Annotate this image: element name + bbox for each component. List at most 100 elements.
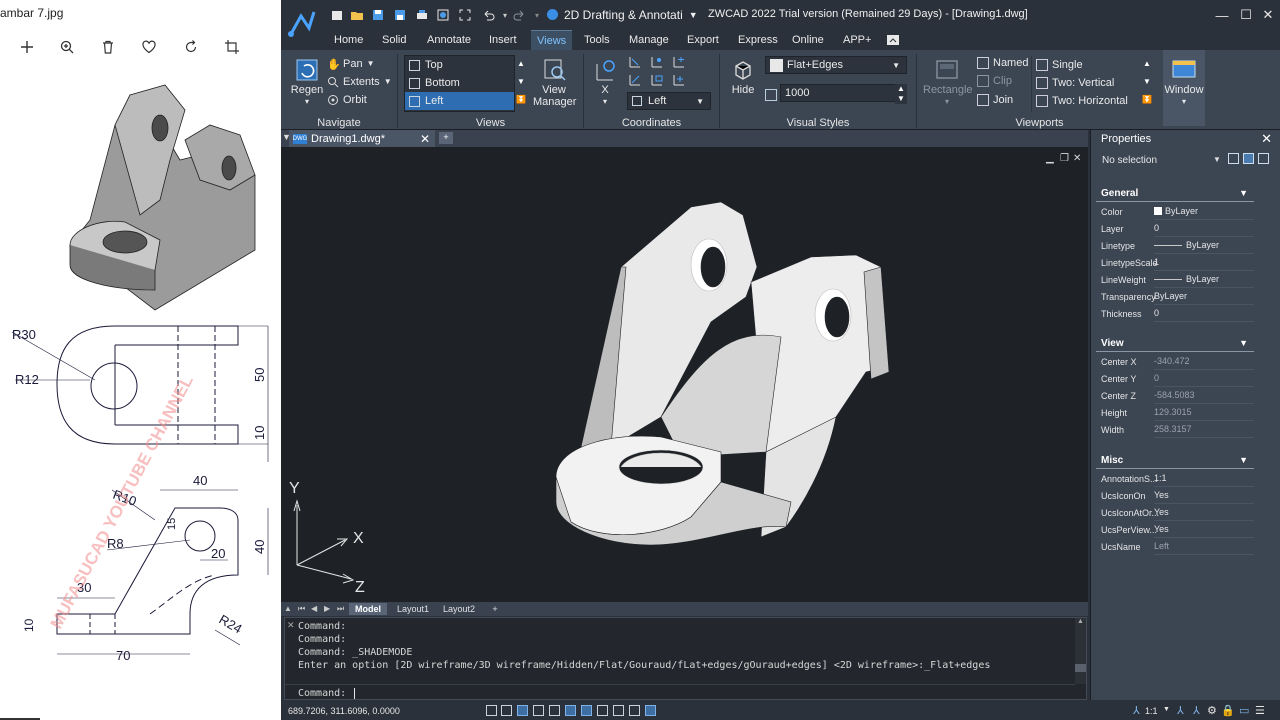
crop-icon[interactable] (221, 36, 243, 58)
undo-icon[interactable] (480, 7, 496, 23)
print-icon[interactable] (414, 7, 430, 23)
ucs-origin-icon[interactable] (671, 54, 687, 70)
ucs-view-dropdown[interactable]: Left ▼ (627, 92, 711, 110)
visual-style-dropdown[interactable]: Flat+Edges ▼ (765, 56, 907, 74)
tab-solid[interactable]: Solid (376, 30, 412, 50)
hide-button[interactable]: Hide (725, 54, 761, 116)
section-misc[interactable]: Misc ▼ (1096, 455, 1254, 469)
workspace-selector[interactable]: 2D Drafting & Annotati ▼ (547, 6, 698, 23)
views-list-scroller[interactable]: ▲ ▼ ⏬ (515, 55, 527, 112)
command-scrollbar[interactable]: ▲ (1075, 618, 1086, 684)
object-tracking-icon[interactable] (581, 705, 592, 716)
quick-select-icon[interactable] (1258, 153, 1269, 164)
rectangle-viewport-button[interactable]: Rectangle ▾ (923, 54, 973, 116)
object-snap-icon[interactable] (549, 705, 560, 716)
extents-button[interactable]: Extents ▼ (327, 73, 392, 90)
scroll-down-icon[interactable]: ▼ (1141, 73, 1153, 91)
prop-row-thickness[interactable]: Thickness 0 (1096, 305, 1254, 322)
chevron-down-icon[interactable]: ▼ (1163, 706, 1170, 713)
tab-express[interactable]: Express (732, 30, 784, 50)
scroll-up-icon[interactable]: ▲ (515, 55, 527, 73)
auto-scale-icon[interactable]: ⅄ (1193, 704, 1200, 717)
tab-views[interactable]: Views (531, 30, 573, 50)
view-item-left[interactable]: Left (405, 92, 514, 110)
open-folder-icon[interactable] (349, 7, 365, 23)
facet-resolution-spinner[interactable]: ▲ ▼ (895, 84, 907, 104)
two-vertical-button[interactable]: Two: Vertical (1036, 74, 1114, 91)
rotate-icon[interactable] (180, 36, 202, 58)
customization-menu-icon[interactable]: ☰ (1255, 704, 1265, 717)
ucs-view-icon[interactable] (649, 72, 665, 88)
tab-tools[interactable]: Tools (578, 30, 616, 50)
workspace-switch-gear-icon[interactable]: ⚙ (1207, 704, 1217, 717)
orbit-button[interactable]: Orbit (327, 91, 367, 108)
zoom-extents-icon[interactable] (457, 7, 473, 23)
close-icon[interactable]: ✕ (420, 132, 430, 146)
tab-insert[interactable]: Insert (483, 30, 523, 50)
snap-icon[interactable] (486, 705, 497, 716)
prop-row-color[interactable]: Color ByLayer (1096, 203, 1254, 220)
prop-row-annotation-scale[interactable]: AnnotationS... 1:1 (1096, 470, 1254, 487)
expand-gallery-icon[interactable]: ⏬ (1141, 91, 1153, 109)
select-objects-icon[interactable] (1243, 153, 1254, 164)
polar-icon[interactable] (533, 705, 544, 716)
spin-down-icon[interactable]: ▼ (895, 94, 907, 104)
prop-row-center-x[interactable]: Center X -340.472 (1096, 353, 1254, 370)
window-button[interactable]: Window ▾ (1163, 50, 1205, 126)
clean-screen-icon[interactable]: ▭ (1239, 704, 1249, 717)
zoom-in-icon[interactable] (56, 36, 78, 58)
section-general[interactable]: General ▼ (1096, 188, 1254, 202)
grid-icon[interactable] (501, 705, 512, 716)
ucs-z-axis-icon[interactable] (627, 72, 643, 88)
named-views-list[interactable]: Top Bottom Left (404, 55, 515, 112)
prop-row-ucs-per-viewport[interactable]: UcsPerView... Yes (1096, 521, 1254, 538)
viewport-gallery-scroller[interactable]: ▲ ▼ ⏬ (1141, 55, 1153, 112)
tab-annotate[interactable]: Annotate (421, 30, 477, 50)
prop-row-center-z[interactable]: Center Z -584.5083 (1096, 387, 1254, 404)
ortho-icon[interactable] (517, 705, 528, 716)
3d-osnap-icon[interactable] (565, 705, 576, 716)
ucs-world-icon[interactable] (627, 54, 643, 70)
prop-row-width[interactable]: Width 258.3157 (1096, 421, 1254, 438)
chevron-down-icon[interactable]: ▼ (1213, 155, 1221, 164)
prop-row-ucs-icon-at-origin[interactable]: UcsIconAtOr... Yes (1096, 504, 1254, 521)
annotation-scale-icon[interactable]: ⅄ (1133, 704, 1140, 717)
redo-dropdown-icon[interactable]: ▾ (529, 7, 545, 23)
add-layout-button[interactable]: + (485, 603, 505, 615)
expand-gallery-icon[interactable]: ⏬ (515, 91, 527, 109)
tab-layout1[interactable]: Layout1 (393, 603, 433, 615)
tab-app-plus[interactable]: APP+ (837, 30, 877, 50)
tab-model[interactable]: Model (349, 603, 387, 615)
spin-up-icon[interactable]: ▲ (895, 84, 907, 94)
annotation-scale-value[interactable]: 1:1 (1145, 706, 1158, 716)
scroll-up-icon[interactable]: ▲ (1141, 55, 1153, 73)
toggle-pickadd-icon[interactable] (1228, 153, 1239, 164)
selection-cycling-icon[interactable] (645, 705, 656, 716)
tab-home[interactable]: Home (328, 30, 369, 50)
single-viewport-button[interactable]: Single (1036, 56, 1083, 73)
pan-button[interactable]: ✋ Pan ▼ (327, 55, 375, 72)
ucs-x-button[interactable]: X ▾ (587, 54, 623, 116)
plot-preview-icon[interactable] (435, 7, 451, 23)
command-window-close-icon[interactable]: ✕ (287, 620, 295, 631)
view-item-bottom[interactable]: Bottom (405, 74, 514, 92)
first-tab-icon[interactable]: ⏮ (298, 604, 308, 614)
lock-icon[interactable]: 🔒 (1221, 704, 1235, 717)
add-icon[interactable] (16, 36, 38, 58)
prop-row-center-y[interactable]: Center Y 0 (1096, 370, 1254, 387)
tab-online[interactable]: Online (786, 30, 830, 50)
named-viewports-button[interactable]: Named (977, 54, 1028, 71)
redo-icon[interactable] (512, 7, 528, 23)
scroll-down-icon[interactable]: ▼ (515, 73, 527, 91)
undo-dropdown-icon[interactable]: ▾ (497, 7, 513, 23)
new-file-icon[interactable] (329, 7, 345, 23)
scroll-thumb[interactable] (1075, 664, 1086, 672)
prop-row-ucs-icon-on[interactable]: UcsIconOn Yes (1096, 487, 1254, 504)
facet-resolution-input[interactable]: 1000 (780, 84, 897, 102)
ucs-object-icon[interactable] (671, 72, 687, 88)
prev-tab-icon[interactable]: ◀ (311, 604, 321, 614)
clip-viewport-button[interactable]: Clip (977, 72, 1012, 89)
dynamic-ucs-icon[interactable] (597, 705, 608, 716)
next-tab-icon[interactable]: ▶ (324, 604, 334, 614)
toggle-tabs-icon[interactable]: ▲ (284, 604, 294, 614)
